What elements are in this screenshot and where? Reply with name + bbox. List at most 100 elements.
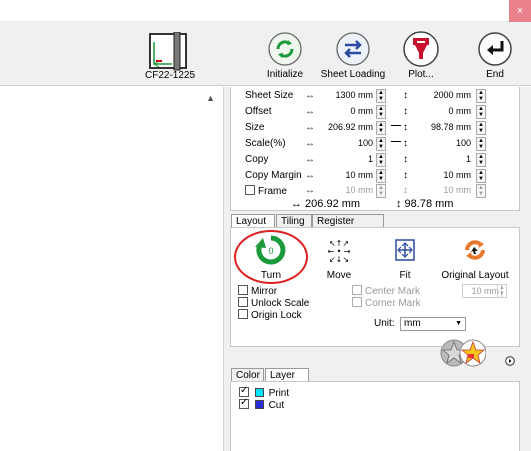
mirror-checkbox[interactable]: Mirror: [238, 285, 277, 295]
collapse-caret-icon[interactable]: ▲: [206, 93, 215, 103]
width-arrow-icon: ↔: [305, 122, 315, 133]
copy-margin-x-spinner[interactable]: ▲ ▼: [376, 169, 386, 183]
copy-row: Copy ↔ 1 ▲ ▼ ↕ 1 ▲ ▼: [231, 153, 521, 168]
layer-item-cut[interactable]: Cut: [239, 397, 284, 411]
scale-x-input[interactable]: 100: [317, 138, 373, 148]
width-arrow-icon: ↔: [305, 138, 315, 149]
plotter-head-icon: [403, 31, 439, 67]
offset-y-input[interactable]: 0 mm: [415, 106, 472, 116]
size-width-spinner[interactable]: ▲ ▼: [376, 121, 386, 135]
sheet-height-spinner[interactable]: ▲ ▼: [476, 89, 486, 103]
tab-register-mark[interactable]: Register Mark: [312, 214, 384, 240]
offset-row: Offset ↔ 0 mm ▲ ▼ ↕ 0 mm ▲ ▼: [231, 105, 521, 120]
width-arrow-icon: ↔: [305, 185, 315, 196]
initialize-button[interactable]: Initialize: [250, 30, 320, 80]
origin-lock-checkbox[interactable]: Origin Lock: [238, 309, 302, 321]
width-arrow-icon: ↔: [305, 106, 315, 117]
reset-layout-icon: [465, 240, 485, 260]
total-width: ↔ 206.92 mm: [291, 198, 361, 210]
scale-y-spinner[interactable]: ▲ ▼: [476, 137, 486, 151]
copy-x-spinner[interactable]: ▲ ▼: [376, 153, 386, 167]
frame-row: Frame ↔ 10 mm ▲ ▼ ↕ 10 mm ▲ ▼: [231, 184, 521, 199]
swap-arrows-icon: [336, 32, 370, 66]
copy-margin-y-spinner[interactable]: ▲ ▼: [476, 169, 486, 183]
copy-margin-x-input[interactable]: 10 mm: [317, 170, 373, 180]
color-star-button[interactable]: [459, 339, 486, 367]
width-arrow-icon: ↔: [305, 90, 315, 101]
total-height: ↕ 98.78 mm: [396, 198, 454, 210]
move-button[interactable]: ↖↑↗ ← • → ↙↓↘ Move: [304, 234, 374, 281]
sheet-loading-button[interactable]: Sheet Loading: [318, 30, 388, 80]
scale-x-spinner[interactable]: ▲ ▼: [376, 137, 386, 151]
sheet-width-input[interactable]: 1300 mm: [317, 90, 373, 100]
size-height-spinner[interactable]: ▲ ▼: [476, 121, 486, 135]
mark-size-input: 10 mm: [462, 284, 502, 298]
tab-tiling[interactable]: Tiling: [276, 214, 312, 228]
turn-highlight-circle: [234, 230, 308, 284]
height-arrow-icon: ↕: [403, 122, 408, 133]
chevron-down-icon: ▼: [455, 320, 462, 327]
expand-arrow-icon[interactable]: [505, 356, 515, 366]
offset-y-spinner[interactable]: ▲ ▼: [476, 105, 486, 119]
copy-y-input[interactable]: 1: [415, 154, 471, 164]
refresh-icon: [268, 32, 302, 66]
scale-row: Scale(%) ↔ 100 ▲ ▼ — ↕ 100 ▲ ▼: [231, 136, 521, 152]
height-arrow-icon: ↕: [403, 106, 408, 117]
sheet-height-input[interactable]: 2000 mm: [415, 90, 471, 100]
end-button[interactable]: End: [460, 30, 530, 80]
sheet-width-spinner[interactable]: ▲ ▼: [376, 89, 386, 103]
copy-y-spinner[interactable]: ▲ ▼: [476, 153, 486, 167]
frame-x-spinner: ▲ ▼: [376, 184, 386, 198]
height-arrow-icon: ↕: [403, 185, 408, 196]
toolbar: CF22-1225 Initialize Sheet Loading Plot.…: [0, 22, 531, 86]
center-mark-checkbox: Center Mark: [352, 285, 420, 297]
sheet-settings-panel: Sheet Size ↔ 1300 mm ▲ ▼ ↕ 2000 mm ▲ ▼ Off…: [230, 87, 520, 211]
width-arrow-icon: ↔: [305, 154, 315, 165]
copy-x-input[interactable]: 1: [317, 154, 373, 164]
close-button[interactable]: ×: [509, 0, 531, 22]
svg-text:↙↓↘: ↙↓↘: [329, 255, 349, 264]
layer-cut-checkbox[interactable]: [239, 397, 249, 409]
height-arrow-icon: ↕: [403, 90, 408, 101]
plot-button[interactable]: Plot...: [386, 30, 456, 80]
copy-margin-y-input[interactable]: 10 mm: [415, 170, 471, 180]
tab-color[interactable]: Color: [231, 368, 264, 382]
cutter-device-icon[interactable]: [148, 32, 188, 72]
device-label: CF22-1225: [144, 70, 196, 81]
fit-button[interactable]: Fit: [370, 234, 440, 281]
original-layout-button[interactable]: Original Layout: [440, 234, 510, 281]
size-height-input[interactable]: 98.78 mm: [415, 122, 471, 132]
height-arrow-icon: ↕: [403, 170, 408, 181]
aspect-link-icon[interactable]: —: [391, 136, 401, 147]
frame-y-input: 10 mm: [443, 185, 471, 195]
layer-print-checkbox[interactable]: [239, 385, 249, 397]
corner-mark-checkbox: Corner Mark: [352, 297, 421, 309]
frame-x-input: 10 mm: [345, 185, 373, 195]
height-arrow-icon: ↕: [403, 138, 408, 149]
offset-x-spinner[interactable]: ▲ ▼: [376, 105, 386, 119]
preview-pane[interactable]: ▲: [0, 87, 224, 451]
offset-x-input[interactable]: 0 mm: [317, 106, 374, 116]
width-arrow-icon: ↔: [305, 170, 315, 181]
unit-label: Unit:: [374, 318, 395, 329]
return-arrow-icon: [478, 32, 512, 66]
layer-color-swatch: [254, 388, 264, 397]
move-arrows-icon: ↖↑↗ ← • → ↙↓↘: [327, 239, 351, 264]
size-width-input[interactable]: 206.92 mm: [317, 122, 373, 132]
height-arrow-icon: ↕: [403, 154, 408, 165]
unlock-scale-checkbox[interactable]: Unlock Scale: [238, 297, 309, 309]
frame-y-spinner: ▲ ▼: [476, 184, 486, 198]
fit-icon: [395, 239, 415, 261]
close-icon: ×: [516, 5, 524, 17]
tab-layer[interactable]: Layer: [265, 368, 309, 382]
tab-layout[interactable]: Layout: [231, 214, 275, 228]
unit-select[interactable]: mm ▼: [400, 317, 466, 331]
size-row: Size ↔ 206.92 mm ▲ ▼ — ↕ 98.78 mm ▲ ▼: [231, 120, 521, 136]
copy-margin-row: Copy Margin ↔ 10 mm ▲ ▼ ↕ 10 mm ▲ ▼: [231, 169, 521, 184]
color-tools: [440, 339, 486, 367]
aspect-link-icon[interactable]: —: [391, 120, 401, 131]
title-bar: ×: [0, 0, 531, 22]
scale-y-input[interactable]: 100: [415, 138, 471, 148]
frame-checkbox[interactable]: Frame: [245, 185, 287, 197]
layer-color-swatch: [254, 400, 264, 409]
